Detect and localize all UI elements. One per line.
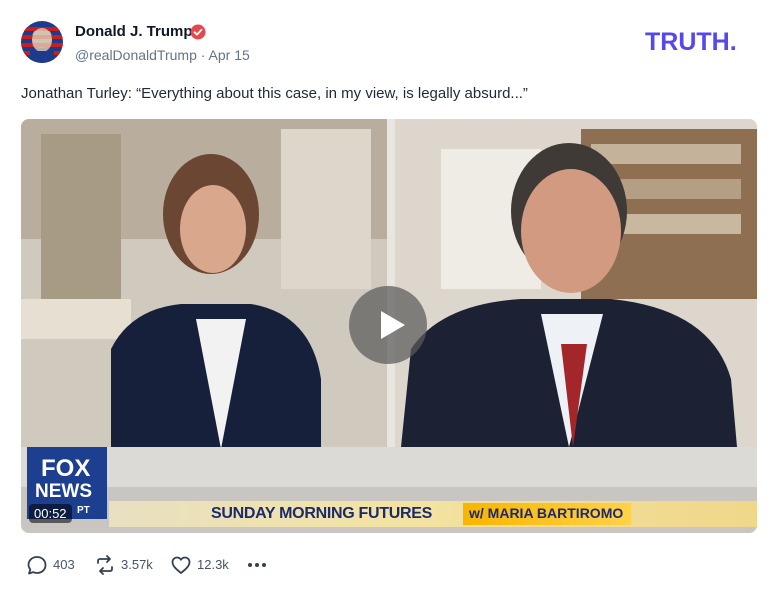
separator: · bbox=[200, 47, 206, 63]
video-duration: 00:52 bbox=[29, 504, 72, 523]
play-icon bbox=[381, 311, 405, 339]
program-title: SUNDAY MORNING FUTURES bbox=[211, 505, 432, 522]
heart-icon bbox=[171, 556, 191, 574]
author-handle[interactable]: @realDonaldTrump bbox=[75, 47, 197, 63]
video-player[interactable]: FOX NEWS PT SUNDAY MORNING FUTURES w/ MA… bbox=[21, 119, 757, 533]
retruth-count: 3.57k bbox=[121, 557, 153, 572]
more-icon bbox=[248, 563, 266, 567]
avatar[interactable] bbox=[21, 21, 63, 63]
post-text: Jonathan Turley: “Everything about this … bbox=[21, 85, 528, 102]
handle-line: @realDonaldTrump · Apr 15 bbox=[75, 47, 250, 63]
reply-icon bbox=[27, 556, 47, 575]
program-banner bbox=[109, 501, 757, 527]
logo-text: TRUTH. bbox=[645, 29, 737, 53]
post-date[interactable]: Apr 15 bbox=[209, 47, 250, 63]
author-name[interactable]: Donald J. Trump bbox=[75, 23, 193, 40]
host-tag: w/ MARIA BARTIROMO bbox=[463, 503, 632, 525]
verified-badge-icon bbox=[190, 24, 206, 40]
reply-count: 403 bbox=[53, 557, 75, 572]
play-button[interactable] bbox=[349, 286, 427, 364]
like-count: 12.3k bbox=[197, 557, 229, 572]
truth-social-logo[interactable]: TRUTH. bbox=[645, 29, 757, 53]
retruth-icon bbox=[97, 555, 113, 575]
timezone-label: PT bbox=[77, 505, 90, 516]
